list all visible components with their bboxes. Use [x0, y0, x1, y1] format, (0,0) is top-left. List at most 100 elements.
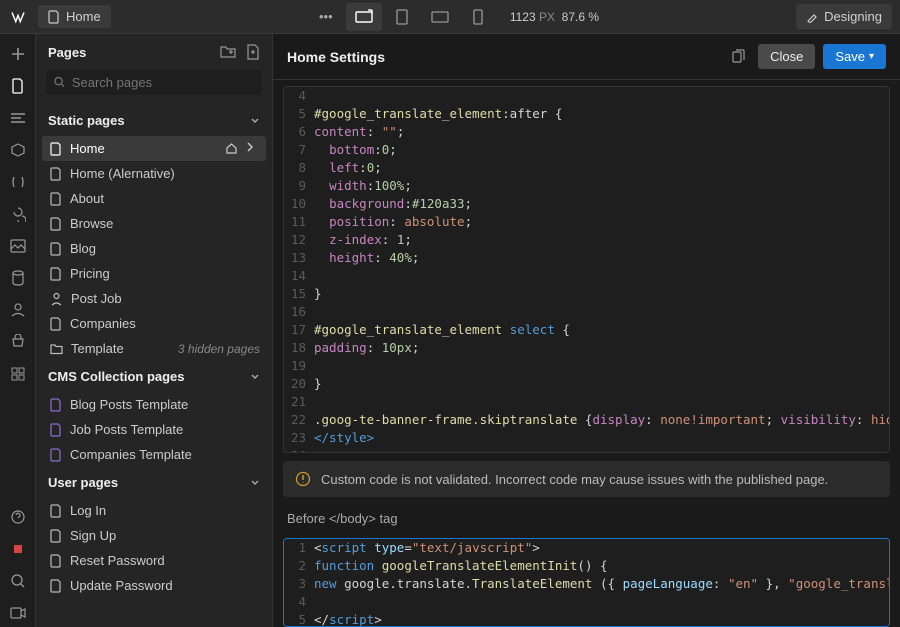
landscape-breakpoint-icon[interactable] [422, 3, 458, 31]
page-item[interactable]: Template 3 hidden pages [36, 336, 272, 361]
brush-icon [806, 11, 818, 23]
page-icon [50, 217, 62, 231]
user-pages-section[interactable]: User pages [36, 467, 272, 498]
page-icon [48, 10, 60, 24]
close-button[interactable]: Close [758, 44, 815, 69]
page-item[interactable]: Companies Template [36, 442, 272, 467]
add-element-icon[interactable] [4, 40, 32, 68]
page-label: Job Posts Template [70, 422, 183, 437]
pages-panel-icon[interactable] [4, 72, 32, 100]
current-page-button[interactable]: Home [38, 5, 111, 28]
page-item[interactable]: Home [42, 136, 266, 161]
pages-sidebar: Pages Static pages Home Home (Alernative)… [36, 34, 273, 627]
chevron-down-icon [250, 372, 260, 382]
static-pages-list: Home Home (Alernative) AboutBrowse Blog Pric… [36, 136, 272, 361]
page-icon [50, 242, 62, 256]
mode-toggle-button[interactable]: Designing [796, 4, 892, 29]
page-item[interactable]: About [36, 186, 272, 211]
chevron-down-icon [250, 116, 260, 126]
variables-panel-icon[interactable] [4, 168, 32, 196]
save-button[interactable]: Save▾ [823, 44, 886, 69]
components-panel-icon[interactable] [4, 136, 32, 164]
page-icon [50, 448, 62, 462]
page-item[interactable]: Companies [36, 311, 272, 336]
canvas-dimensions: 1123 PX 87.6 % [510, 10, 599, 24]
head-code-editor[interactable]: 45#google_translate_element:after {6cont… [283, 86, 890, 453]
ecommerce-panel-icon[interactable] [4, 328, 32, 356]
page-item[interactable]: Sign Up [36, 523, 272, 548]
body-code-label: Before </body> tag [287, 511, 886, 526]
page-icon [50, 529, 62, 543]
page-icon [50, 504, 62, 518]
page-icon [50, 267, 62, 281]
page-label: Template [71, 341, 124, 356]
editor-area: Home Settings Close Save▾ 45#google_tran… [273, 34, 900, 627]
page-label: Sign Up [70, 528, 116, 543]
page-item[interactable]: Blog [36, 236, 272, 261]
page-icon [50, 167, 62, 181]
page-icon [50, 292, 63, 306]
page-icon [50, 398, 62, 412]
page-label: Reset Password [70, 553, 165, 568]
page-icon [50, 142, 62, 156]
page-label: Home (Alernative) [70, 166, 175, 181]
page-item[interactable]: Job Posts Template [36, 417, 272, 442]
current-page-label: Home [66, 9, 101, 24]
apps-panel-icon[interactable] [4, 360, 32, 388]
sidebar-title: Pages [48, 45, 86, 60]
page-label: Blog [70, 241, 96, 256]
page-icon [50, 423, 62, 437]
body-code-editor[interactable]: 1<script type="text/javscript">2function… [283, 538, 890, 627]
page-label: Update Password [70, 578, 173, 593]
styles-panel-icon[interactable] [4, 200, 32, 228]
toolbar-center: ••• 1123 PX 87.6 % [111, 3, 796, 31]
mobile-breakpoint-icon[interactable] [460, 3, 496, 31]
chevron-right-icon [246, 142, 254, 155]
page-item[interactable]: Post Job [36, 286, 272, 311]
page-item[interactable]: Blog Posts Template [36, 392, 272, 417]
editor-title: Home Settings [287, 49, 385, 65]
page-item[interactable]: Home (Alernative) [36, 161, 272, 186]
code-warning: Custom code is not validated. Incorrect … [283, 461, 890, 497]
desktop-breakpoint-icon[interactable] [346, 3, 382, 31]
assets-panel-icon[interactable] [4, 232, 32, 260]
page-item[interactable]: Pricing [36, 261, 272, 286]
left-icon-rail [0, 34, 36, 627]
cms-pages-section[interactable]: CMS Collection pages [36, 361, 272, 392]
page-item[interactable]: Browse [36, 211, 272, 236]
static-pages-section[interactable]: Static pages [36, 105, 272, 136]
copy-icon[interactable] [726, 45, 750, 69]
page-icon [50, 554, 62, 568]
page-icon [50, 317, 62, 331]
chevron-down-icon [250, 478, 260, 488]
page-item[interactable]: Update Password [36, 573, 272, 598]
new-page-icon[interactable] [246, 44, 260, 60]
users-panel-icon[interactable] [4, 296, 32, 324]
search-pages-input[interactable] [46, 70, 262, 95]
cms-panel-icon[interactable] [4, 264, 32, 292]
help-icon[interactable] [4, 503, 32, 531]
page-label: Companies Template [70, 447, 192, 462]
page-label: Companies [70, 316, 136, 331]
page-icon [50, 579, 62, 593]
page-label: Post Job [71, 291, 122, 306]
page-label: Blog Posts Template [70, 397, 188, 412]
user-pages-list: Log In Sign Up Reset Password Update Passwo… [36, 498, 272, 598]
audit-panel-icon[interactable] [4, 567, 32, 595]
navigator-panel-icon[interactable] [4, 104, 32, 132]
tablet-breakpoint-icon[interactable] [384, 3, 420, 31]
search-icon [54, 76, 66, 89]
page-item[interactable]: Reset Password [36, 548, 272, 573]
page-icon [50, 192, 62, 206]
new-folder-icon[interactable] [220, 44, 236, 60]
video-icon[interactable] [4, 599, 32, 627]
record-icon[interactable] [4, 535, 32, 563]
page-item[interactable]: Log In [36, 498, 272, 523]
more-menu-icon[interactable]: ••• [308, 3, 344, 31]
warning-icon [295, 471, 311, 487]
hidden-pages-note: 3 hidden pages [178, 342, 260, 356]
app-logo[interactable] [8, 7, 28, 27]
chevron-down-icon: ▾ [869, 51, 874, 62]
home-icon [225, 142, 238, 155]
page-label: Pricing [70, 266, 110, 281]
